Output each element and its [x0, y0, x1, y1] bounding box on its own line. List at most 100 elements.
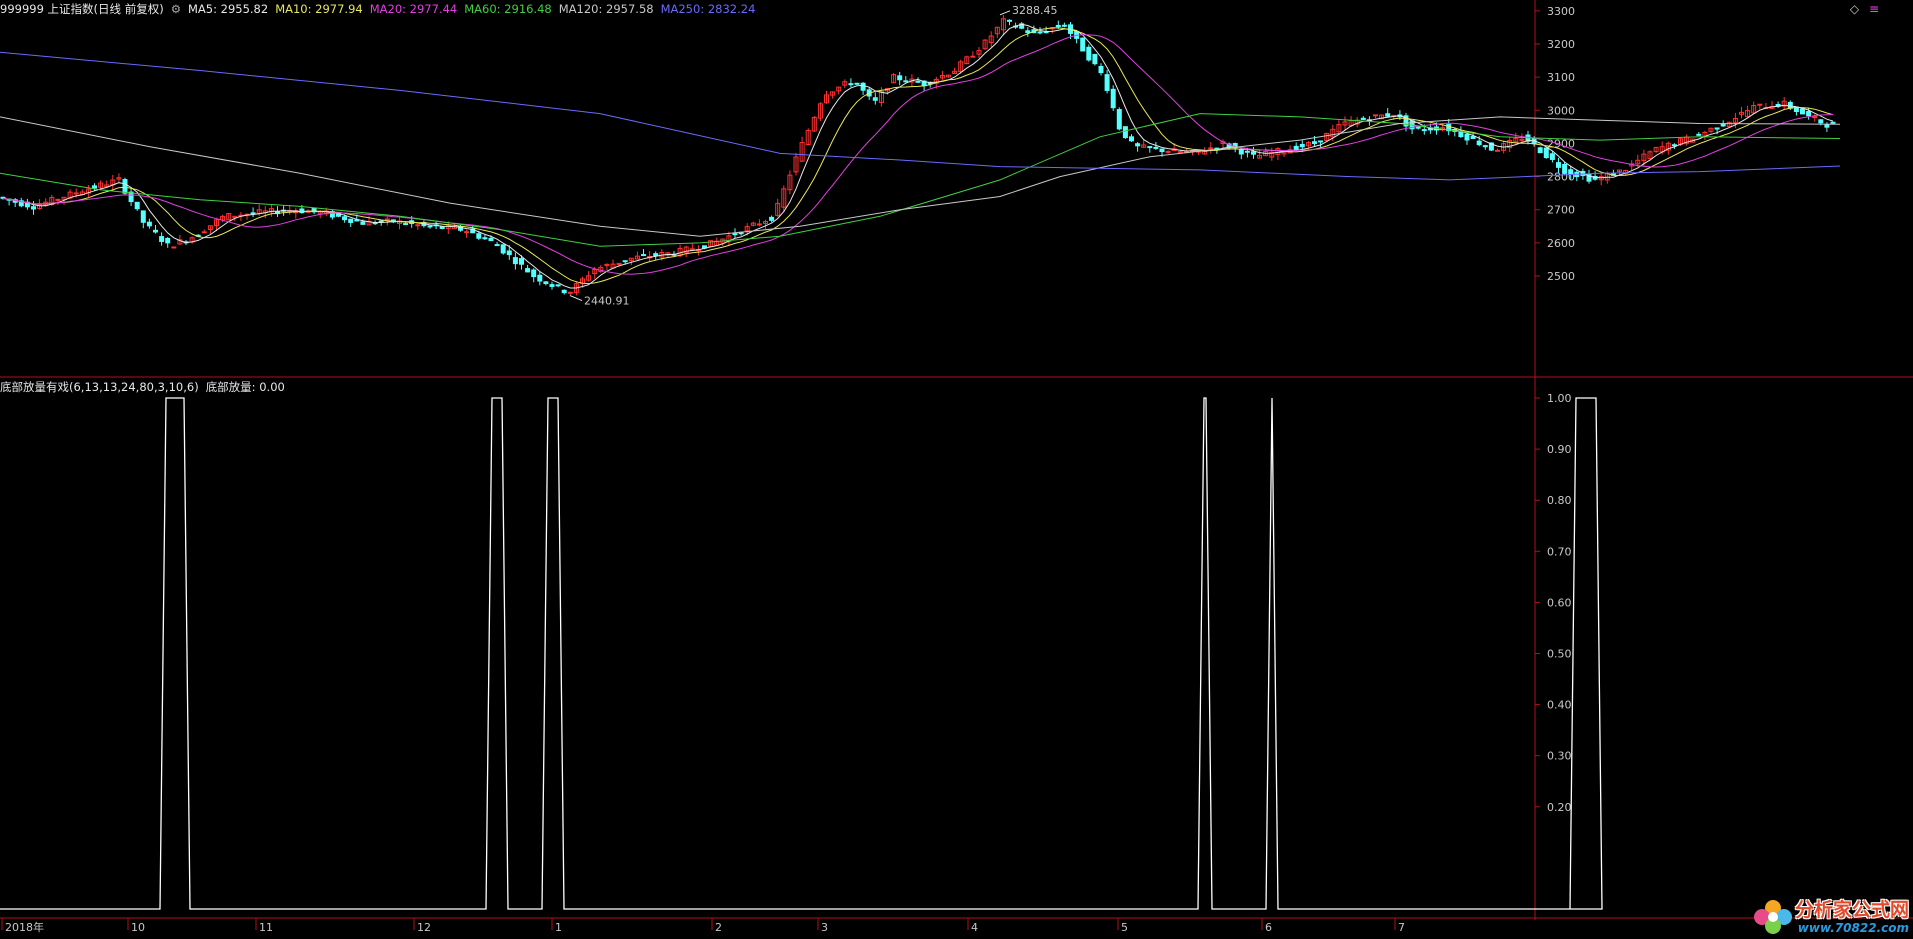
date-axis-label: 11 — [259, 921, 273, 934]
indicator-axis-label: 0.30 — [1547, 750, 1572, 763]
candle-down — [146, 221, 152, 227]
signal-line — [0, 397, 1603, 910]
candle-down — [1293, 145, 1299, 151]
candle-down — [1549, 153, 1555, 160]
date-axis-label: 7 — [1398, 921, 1405, 934]
candle-down — [915, 80, 921, 83]
candle-down — [159, 236, 165, 242]
candle-down — [1110, 88, 1116, 109]
candle-down — [1092, 53, 1098, 65]
candle-down — [732, 233, 738, 236]
candle-down — [1543, 147, 1549, 159]
candle-down — [1696, 133, 1702, 136]
candle-down — [897, 75, 903, 81]
logo-title: 分析家公式网 — [1794, 898, 1909, 921]
candle-down — [122, 179, 128, 194]
candle-up — [1373, 114, 1378, 117]
candle-down — [1244, 150, 1250, 153]
candle-down — [1153, 146, 1159, 149]
candle-down — [1818, 119, 1824, 124]
indicator-axis-label: 0.70 — [1547, 545, 1572, 558]
candle-down — [1147, 146, 1153, 149]
indicator-axis-label: 1.00 — [1547, 392, 1572, 405]
candle-down — [549, 284, 555, 287]
price-axis-label: 3200 — [1547, 38, 1575, 51]
date-axis-label: 4 — [971, 921, 978, 934]
candle-down — [1537, 147, 1543, 154]
flower-logo-icon — [1753, 900, 1792, 934]
candle-down — [482, 237, 488, 240]
date-axis-label: 3 — [821, 921, 828, 934]
candle-up — [464, 231, 470, 234]
candle-up — [1757, 103, 1763, 106]
candle-down — [1421, 129, 1427, 132]
candle-down — [1025, 30, 1031, 34]
indicator-axis-label: 0.60 — [1547, 596, 1572, 609]
candle-down — [1129, 136, 1134, 142]
candle-down — [134, 201, 140, 210]
price-axis-label: 3000 — [1547, 104, 1575, 117]
candle-down — [250, 212, 256, 215]
candle-down — [1714, 127, 1720, 130]
candle-down — [848, 83, 854, 86]
high-price-label: 3288.45 — [1012, 4, 1058, 17]
high-marker-arrow — [999, 10, 1011, 16]
indicator-axis-label: 0.40 — [1547, 699, 1572, 712]
indicator-axis-label: 0.20 — [1547, 801, 1572, 814]
candle-down — [1135, 143, 1141, 147]
candle-down — [531, 269, 537, 278]
candle-down — [561, 289, 567, 294]
candle-down — [1318, 140, 1324, 143]
candle-up — [756, 223, 762, 226]
candle-down — [500, 244, 506, 254]
candle-down — [1476, 140, 1482, 146]
chart-canvas[interactable]: 3300320031003000290028002700260025001.00… — [0, 0, 1913, 939]
candle-down — [1104, 74, 1110, 91]
candle-down — [1159, 148, 1165, 152]
candle-down — [476, 233, 482, 239]
candle-down — [348, 218, 354, 224]
logo-url: www.70822.com — [1797, 920, 1909, 935]
candle-up — [1495, 149, 1500, 152]
candle-down — [653, 253, 659, 257]
candle-down — [519, 258, 524, 265]
candle-down — [439, 226, 445, 229]
indicator-axis-label: 0.80 — [1547, 494, 1572, 507]
candle-up — [55, 198, 61, 201]
candle-down — [1086, 46, 1092, 61]
candle-up — [73, 192, 79, 195]
candle-down — [1568, 169, 1574, 175]
low-price-label: 2440.91 — [584, 295, 630, 308]
price-axis-label: 3100 — [1547, 71, 1575, 84]
candle-down — [1562, 163, 1568, 174]
price-axis-label: 2500 — [1547, 270, 1575, 283]
candle-down — [494, 244, 500, 247]
date-axis-label: 5 — [1121, 921, 1128, 934]
candle-up — [689, 248, 695, 251]
candle-down — [140, 210, 146, 223]
candle-down — [1824, 124, 1830, 128]
candle-up — [201, 231, 207, 234]
candle-down — [555, 284, 561, 287]
candle-down — [622, 260, 628, 263]
date-axis-label: 2018年 — [5, 920, 44, 934]
candle-down — [360, 221, 366, 225]
date-axis-label: 1 — [555, 921, 562, 934]
candle-down — [1098, 65, 1104, 74]
candle-down — [903, 80, 909, 83]
date-axis-label: 10 — [131, 921, 145, 934]
low-marker-arrow — [569, 295, 583, 302]
candle-down — [1671, 144, 1677, 147]
candle-down — [1830, 121, 1836, 124]
candle-down — [1800, 108, 1805, 115]
candle-down — [1122, 126, 1128, 139]
candle-down — [488, 237, 494, 242]
candle-up — [970, 55, 976, 58]
candle-down — [1458, 131, 1464, 138]
candle-down — [342, 216, 348, 221]
price-axis-label: 2700 — [1547, 204, 1575, 217]
candle-down — [1238, 148, 1244, 155]
candle-up — [1519, 138, 1525, 141]
candle-down — [153, 229, 158, 233]
candle-down — [1464, 133, 1470, 141]
